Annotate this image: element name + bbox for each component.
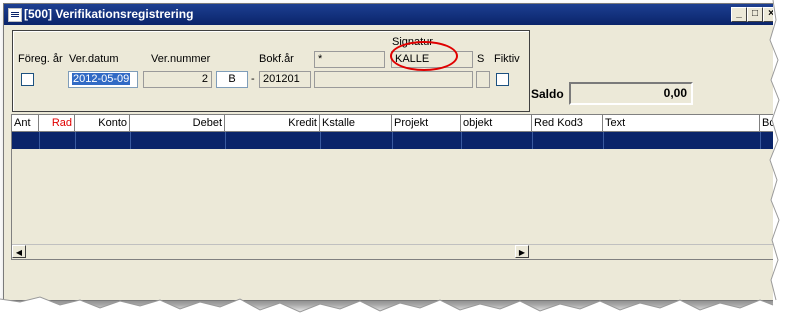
title-bar[interactable]: [500] Verifikationsregistrering _ □ ×	[4, 4, 779, 25]
selected-grid-row[interactable]	[12, 132, 774, 149]
col-header-bok[interactable]: Bok	[760, 115, 774, 131]
saldo-label: Saldo	[531, 87, 564, 101]
ver-datum-label: Ver.datum	[69, 53, 119, 65]
close-button[interactable]: ×	[763, 7, 779, 22]
col-header-projekt[interactable]: Projekt	[392, 115, 461, 131]
bokf-ar-label: Bokf.år	[259, 53, 294, 65]
foreg-ar-checkbox[interactable]	[21, 73, 34, 86]
col-header-rad[interactable]: Rad	[39, 115, 75, 131]
dash-separator: -	[251, 73, 255, 85]
col-header-kredit[interactable]: Kredit	[225, 115, 320, 131]
star-field: *	[314, 51, 385, 68]
s-label: S	[477, 53, 485, 65]
ver-nummer-label: Ver.nummer	[151, 53, 211, 65]
scroll-left-icon[interactable]: ◀	[12, 245, 26, 258]
ver-datum-input[interactable]: 2012-05-09	[68, 71, 138, 88]
bokf-ar-field: 201201	[259, 71, 311, 88]
foreg-ar-label: Föreg. år	[18, 53, 63, 65]
grid-header: Ant Rad Konto Debet Kredit Kstalle Proje…	[12, 115, 774, 132]
window-title: [500] Verifikationsregistrering	[24, 7, 194, 21]
maximize-button[interactable]: □	[747, 7, 763, 22]
ver-serie-input[interactable]: B	[216, 71, 248, 88]
fiktiv-checkbox[interactable]	[496, 73, 509, 86]
ver-datum-value: 2012-05-09	[72, 73, 131, 85]
s-field	[476, 71, 490, 88]
col-header-konto[interactable]: Konto	[75, 115, 130, 131]
ver-nummer-input[interactable]: 2	[143, 71, 212, 88]
col-header-ant[interactable]: Ant	[12, 115, 39, 131]
scroll-right-icon[interactable]: ▶	[515, 245, 529, 258]
col-header-kstalle[interactable]: Kstalle	[320, 115, 392, 131]
col-header-objekt[interactable]: objekt	[461, 115, 532, 131]
saldo-value: 0,00	[569, 82, 693, 105]
col-header-red-kod3[interactable]: Red Kod3	[532, 115, 603, 131]
description-field	[314, 71, 473, 88]
col-header-debet[interactable]: Debet	[130, 115, 225, 131]
transaction-grid[interactable]: Ant Rad Konto Debet Kredit Kstalle Proje…	[11, 114, 775, 260]
horizontal-scrollbar[interactable]: ◀ ▶	[12, 244, 774, 259]
signature-highlight-circle	[390, 41, 458, 71]
fiktiv-label: Fiktiv	[494, 53, 520, 65]
verification-header-panel: Föreg. år Ver.datum Ver.nummer Bokf.år S…	[12, 30, 530, 112]
minimize-button[interactable]: _	[731, 7, 747, 22]
window-icon[interactable]	[8, 8, 22, 22]
col-header-text[interactable]: Text	[603, 115, 760, 131]
